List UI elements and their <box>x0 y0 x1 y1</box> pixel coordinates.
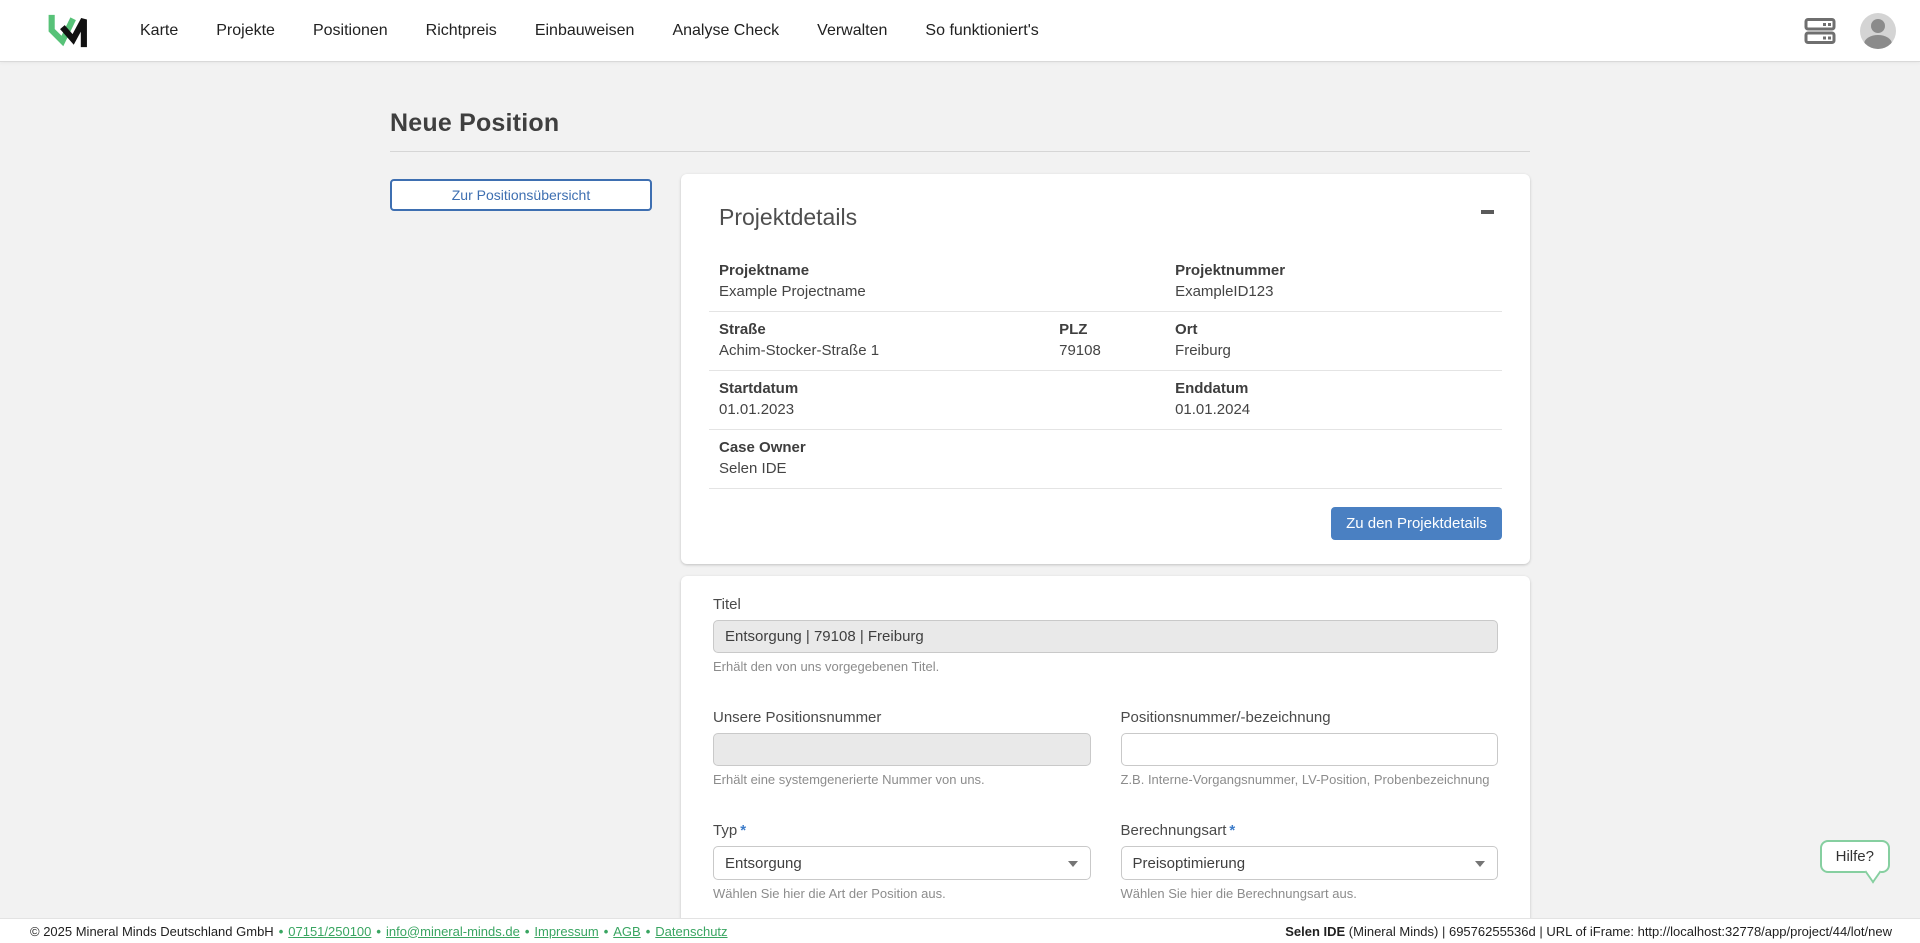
nav-item-karte[interactable]: Karte <box>140 22 178 40</box>
left-column: Zur Positionsübersicht <box>390 174 652 211</box>
agb-link[interactable]: AGB <box>613 924 640 939</box>
berechnungsart-field: Berechnungsart * Preisoptimierung Wählen … <box>1120 822 1498 901</box>
positionsnummer-help: Z.B. Interne-Vorgangsnummer, LV-Position… <box>1120 772 1490 787</box>
positions-overview-button[interactable]: Zur Positionsübersicht <box>390 179 652 211</box>
berechnungsart-label: Berechnungsart * <box>1120 822 1236 839</box>
typ-field: Typ * Entsorgung Wählen Sie hier die Art … <box>713 822 1091 901</box>
titel-help: Erhält den von uns vorgegebenen Titel. <box>713 659 940 674</box>
separator-dot: • <box>278 923 284 939</box>
plz-value: 79108 <box>1059 342 1101 359</box>
berechnungsart-select[interactable]: Preisoptimierung <box>1120 846 1498 880</box>
table-row: Straße Achim-Stocker-Straße 1 PLZ 79108 … <box>709 312 1502 371</box>
navbar-right <box>1804 12 1896 49</box>
unsere-positionsnummer-label: Unsere Positionsnummer <box>713 709 882 726</box>
separator-dot: • <box>376 923 381 939</box>
nav-item-verwalten[interactable]: Verwalten <box>817 22 887 40</box>
separator-dot: • <box>603 923 609 939</box>
titel-label: Titel <box>713 596 741 613</box>
project-details-table: Projektname Example Projectname Projektn… <box>709 253 1502 489</box>
project-details-title: Projektdetails <box>719 204 858 230</box>
ort-label: Ort <box>1175 321 1198 338</box>
session-details: (Mineral Minds) | 69576255536d | URL of … <box>1345 923 1892 939</box>
required-asterisk: * <box>740 822 747 839</box>
unsere-positionsnummer-help: Erhält eine systemgenerierte Nummer von … <box>713 772 985 787</box>
main-content: Neue Position Zur Positionsübersicht Pro… <box>390 61 1530 943</box>
table-row: Case Owner Selen IDE <box>709 430 1502 489</box>
required-asterisk: * <box>1229 822 1236 839</box>
nav-item-projekte[interactable]: Projekte <box>216 22 275 40</box>
chevron-down-icon <box>1475 861 1485 867</box>
projektnummer-value: ExampleID123 <box>1175 283 1274 300</box>
positionsnummer-label: Positionsnummer/-bezeichnung <box>1120 709 1331 726</box>
titel-input <box>713 620 1498 653</box>
enddatum-value: 01.01.2024 <box>1175 401 1251 418</box>
help-button[interactable]: Hilfe? <box>1819 840 1890 873</box>
footer: © 2025 Mineral Minds Deutschland GmbH • … <box>0 918 1920 943</box>
mineral-minds-logo[interactable] <box>44 7 90 55</box>
new-position-form-card: Titel Erhält den von uns vorgegebenen Ti… <box>681 576 1530 943</box>
startdatum-value: 01.01.2023 <box>719 401 795 418</box>
berechnungsart-selected-value: Preisoptimierung <box>1132 854 1246 872</box>
projektname-value: Example Projectname <box>719 283 866 300</box>
positionsnummer-field: Positionsnummer/-bezeichnung Z.B. Intern… <box>1120 709 1498 787</box>
typ-help: Wählen Sie hier die Art der Position aus… <box>713 886 946 901</box>
project-details-card: Projektdetails Projektname Example Proje… <box>681 174 1530 564</box>
typ-select[interactable]: Entsorgung <box>713 846 1091 880</box>
typ-label: Typ * <box>713 822 747 839</box>
nav-item-so-funktionierts[interactable]: So funktioniert's <box>925 22 1038 40</box>
case-owner-value: Selen IDE <box>719 460 787 477</box>
enddatum-label: Enddatum <box>1175 380 1249 397</box>
separator-dot: • <box>524 923 530 939</box>
datenschutz-link[interactable]: Datenschutz <box>655 924 727 939</box>
ort-value: Freiburg <box>1175 342 1231 359</box>
nav-item-positionen[interactable]: Positionen <box>313 22 388 40</box>
main-nav: Karte Projekte Positionen Richtpreis Ein… <box>140 22 1039 40</box>
strasse-value: Achim-Stocker-Straße 1 <box>719 342 880 359</box>
collapse-icon[interactable] <box>1477 204 1498 220</box>
server-icon[interactable] <box>1804 17 1836 45</box>
table-row: Startdatum 01.01.2023 Enddatum 01.01.202… <box>709 371 1502 430</box>
separator-dot: • <box>645 923 651 939</box>
plz-label: PLZ <box>1059 321 1088 338</box>
case-owner-label: Case Owner <box>719 439 806 456</box>
phone-link[interactable]: 07151/250100 <box>288 924 371 939</box>
email-link[interactable]: info@mineral-minds.de <box>386 924 520 939</box>
projektname-label: Projektname <box>719 262 810 279</box>
strasse-label: Straße <box>719 321 766 338</box>
title-divider <box>390 151 1530 152</box>
right-column: Projektdetails Projektname Example Proje… <box>681 174 1530 943</box>
nav-item-einbauweisen[interactable]: Einbauweisen <box>535 22 635 40</box>
typ-selected-value: Entsorgung <box>725 854 802 872</box>
positionsnummer-input[interactable] <box>1120 733 1498 766</box>
user-avatar-icon[interactable] <box>1860 12 1896 49</box>
table-row: Projektname Example Projectname Projektn… <box>709 253 1502 312</box>
chevron-down-icon <box>1067 861 1078 867</box>
projektnummer-label: Projektnummer <box>1175 262 1286 279</box>
impressum-link[interactable]: Impressum <box>534 924 598 939</box>
unsere-positionsnummer-field: Unsere Positionsnummer Erhält eine syste… <box>713 709 1091 787</box>
nav-item-richtpreis[interactable]: Richtpreis <box>426 22 497 40</box>
session-user: Selen IDE <box>1285 923 1346 939</box>
nav-item-analyse-check[interactable]: Analyse Check <box>672 22 779 40</box>
top-navbar: Karte Projekte Positionen Richtpreis Ein… <box>0 0 1920 61</box>
berechnungsart-help: Wählen Sie hier die Berechnungsart aus. <box>1120 886 1357 901</box>
go-to-project-details-button[interactable]: Zu den Projektdetails <box>1331 507 1502 540</box>
unsere-positionsnummer-input <box>713 733 1091 766</box>
startdatum-label: Startdatum <box>719 380 799 397</box>
session-info: Selen IDE (Mineral Minds) | 69576255536d… <box>1285 924 1892 939</box>
copyright-text: © 2025 Mineral Minds Deutschland GmbH <box>30 923 274 939</box>
page-title: Neue Position <box>390 109 560 137</box>
